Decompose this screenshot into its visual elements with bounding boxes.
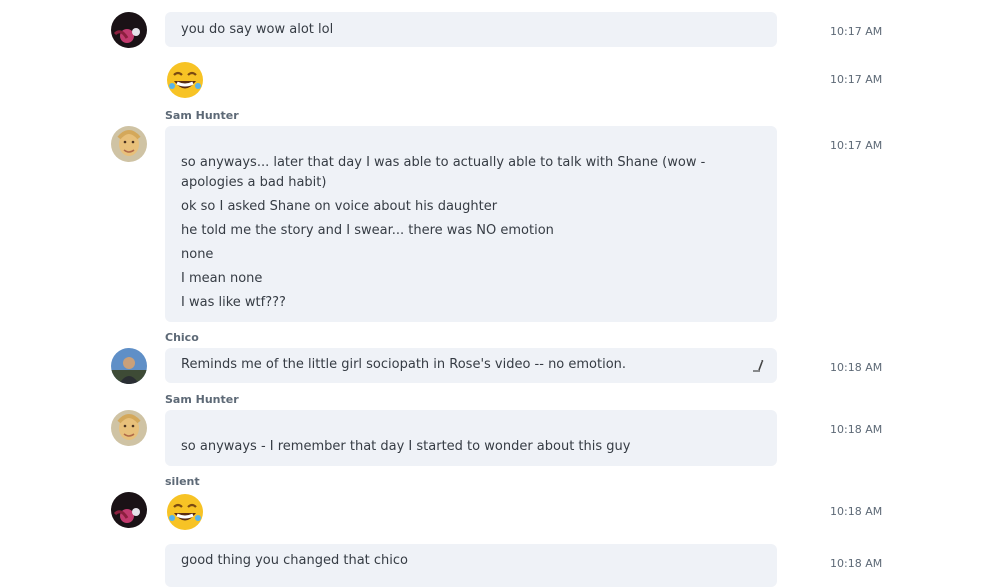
message-bubble[interactable]: Reminds me of the little girl sociopath …	[165, 348, 777, 383]
message-timestamp: 10:18 AM	[830, 361, 883, 374]
message-bubble[interactable]: good thing you changed that chico	[165, 544, 777, 587]
edited-pencil-icon	[751, 358, 765, 372]
message-text: ok so I asked Shane on voice about his d…	[181, 199, 498, 214]
sender-name[interactable]: Chico	[165, 331, 199, 344]
message-bubble[interactable]: so anyways... later that day I was able …	[165, 126, 777, 322]
sender-name[interactable]: Sam Hunter	[165, 393, 239, 406]
avatar[interactable]	[111, 492, 147, 528]
avatar[interactable]	[111, 12, 147, 48]
sender-name[interactable]: Sam Hunter	[165, 109, 239, 122]
message-timestamp: 10:18 AM	[830, 505, 883, 518]
message-timestamp: 10:17 AM	[830, 73, 883, 86]
rofl-emoji-icon	[165, 492, 205, 532]
message-text: he told me the story and I swear... ther…	[181, 223, 554, 238]
message-text: I was like wtf???	[181, 295, 286, 310]
sender-name[interactable]: silent	[165, 475, 200, 488]
message-text: I mean none	[181, 271, 263, 286]
message-timestamp: 10:18 AM	[830, 423, 883, 436]
avatar[interactable]	[111, 410, 147, 446]
message-timestamp: 10:17 AM	[830, 25, 883, 38]
message-text: Reminds me of the little girl sociopath …	[181, 357, 627, 372]
message-bubble[interactable]: you do say wow alot lol	[165, 12, 777, 47]
message-text: good thing you changed that chico	[181, 553, 408, 568]
message-text: none	[181, 247, 214, 262]
message-bubble[interactable]: so anyways - I remember that day I start…	[165, 410, 777, 466]
message-text: so anyways... later that day I was able …	[181, 155, 706, 190]
message-timestamp: 10:18 AM	[830, 557, 883, 570]
avatar[interactable]	[111, 126, 147, 162]
message-text: you do say wow alot lol	[181, 22, 334, 37]
message-text: so anyways - I remember that day I start…	[181, 439, 631, 454]
avatar[interactable]	[111, 348, 147, 384]
message-timestamp: 10:17 AM	[830, 139, 883, 152]
rofl-emoji-icon	[165, 60, 205, 100]
